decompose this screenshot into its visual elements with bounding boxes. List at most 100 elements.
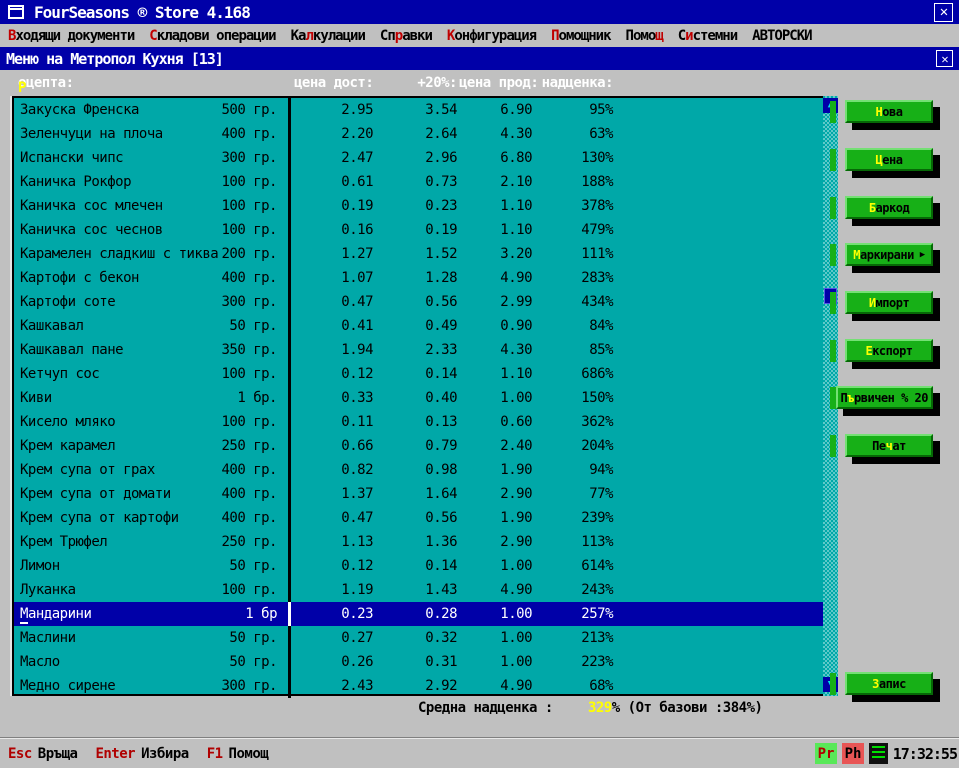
hotkey-letter: Б xyxy=(869,201,876,215)
average-markup-suffix: % (От базови :384%) xyxy=(612,700,763,716)
menu-item-2[interactable]: Складови операции xyxy=(149,28,275,44)
table-row[interactable]: Каничка Рокфор100 гр.0.610.732.10188% xyxy=(14,170,823,194)
table-row[interactable]: Крем супа от домати400 гр.1.371.642.9077… xyxy=(14,482,823,506)
recipe-quantity: 300 гр. xyxy=(144,294,277,310)
menu-item-6[interactable]: Помощник xyxy=(551,28,610,44)
table-row[interactable]: Карамелен сладкиш с тиква200 гр.1.271.52… xyxy=(14,242,823,266)
table-row[interactable]: Кисело мляко100 гр.0.110.130.60362% xyxy=(14,410,823,434)
button-edge xyxy=(830,101,836,123)
recipe-quantity: 400 гр. xyxy=(144,126,277,142)
markup-value: 188% xyxy=(534,174,613,190)
recipe-name: Каничка сос млечен xyxy=(20,198,163,214)
markup-value: 94% xyxy=(534,462,613,478)
barcode-button[interactable]: Баркод xyxy=(845,196,933,219)
save-button[interactable]: Запис xyxy=(845,672,933,695)
markup-value: 204% xyxy=(534,438,613,454)
recipe-name: Крем Трюфел xyxy=(20,534,107,550)
export-button[interactable]: Експорт xyxy=(845,339,933,362)
phone-status-badge[interactable]: Ph xyxy=(842,743,864,764)
plus-20-value: 1.43 xyxy=(384,582,457,598)
header-markup: надценка: xyxy=(534,75,613,91)
table-row[interactable]: Закуска Френска500 гр.2.953.546.9095% xyxy=(14,98,823,122)
sell-price-value: 1.10 xyxy=(459,222,532,238)
recipes-table: Закуска Френска500 гр.2.953.546.9095%Зел… xyxy=(12,96,823,696)
recipe-name: Масло xyxy=(20,654,60,670)
plus-20-value: 0.19 xyxy=(384,222,457,238)
price-button[interactable]: Цена xyxy=(845,148,933,171)
table-row[interactable]: Кетчуп сос100 гр.0.120.141.10686% xyxy=(14,362,823,386)
column-divider xyxy=(288,194,291,218)
primary-markup-button[interactable]: Първичен % 20 xyxy=(836,386,933,409)
cost-price-value: 0.47 xyxy=(294,510,373,526)
column-divider xyxy=(288,482,291,506)
menu-item-8[interactable]: Системни xyxy=(678,28,737,44)
recipe-name: Крем карамел xyxy=(20,438,115,454)
recipe-quantity: 1 бр xyxy=(144,606,277,622)
table-row[interactable]: Лимон50 гр.0.120.141.00614% xyxy=(14,554,823,578)
title-bar: FourSeasons ® Store 4.168 ✕ xyxy=(0,0,959,24)
sell-price-value: 1.10 xyxy=(459,366,532,382)
menu-item-9[interactable]: АВТОРСКИ xyxy=(752,28,811,44)
column-divider xyxy=(288,674,291,698)
table-row[interactable]: Масло50 гр.0.260.311.00223% xyxy=(14,650,823,674)
table-row[interactable]: Медно сирене300 гр.2.432.924.9068% xyxy=(14,674,823,698)
markup-value: 614% xyxy=(534,558,613,574)
close-button[interactable]: ✕ xyxy=(934,3,953,22)
hotkey-letter: Ц xyxy=(876,153,883,167)
child-close-button[interactable]: ✕ xyxy=(936,50,953,67)
table-row[interactable]: Картофи с бекон400 гр.1.071.284.90283% xyxy=(14,266,823,290)
table-row[interactable]: Крем Трюфел250 гр.1.131.362.90113% xyxy=(14,530,823,554)
table-row[interactable]: Луканка100 гр.1.191.434.90243% xyxy=(14,578,823,602)
recipe-quantity: 50 гр. xyxy=(144,318,277,334)
column-divider xyxy=(288,146,291,170)
column-divider xyxy=(288,314,291,338)
cost-price-value: 0.11 xyxy=(294,414,373,430)
cost-price-value: 1.27 xyxy=(294,246,373,262)
markup-value: 213% xyxy=(534,630,613,646)
column-divider xyxy=(288,506,291,530)
recipe-name: Картофи с бекон xyxy=(20,270,139,286)
table-row[interactable]: Испански чипс300 гр.2.472.966.80130% xyxy=(14,146,823,170)
table-row[interactable]: Киви1 бр.0.330.401.00150% xyxy=(14,386,823,410)
printer-status-badge[interactable]: Pr xyxy=(815,743,837,764)
table-row[interactable]: Кашкавал пане350 гр.1.942.334.3085% xyxy=(14,338,823,362)
menu-item-3[interactable]: Калкулации xyxy=(291,28,365,44)
recipe-quantity: 500 гр. xyxy=(144,102,277,118)
close-icon: ✕ xyxy=(941,53,947,65)
column-divider xyxy=(288,362,291,386)
table-row[interactable]: Маслини50 гр.0.270.321.00213% xyxy=(14,626,823,650)
cost-price-value: 0.66 xyxy=(294,438,373,454)
hotkey-letter: П xyxy=(551,28,558,44)
table-row[interactable]: Кашкавал50 гр.0.410.490.9084% xyxy=(14,314,823,338)
menu-item-4[interactable]: Справки xyxy=(380,28,432,44)
menu-item-5[interactable]: Конфигурация xyxy=(447,28,536,44)
plus-20-value: 0.14 xyxy=(384,366,457,382)
sell-price-value: 4.90 xyxy=(459,582,532,598)
column-header-row: Рецепта: цена дост: +20%: цена прод: над… xyxy=(0,70,959,96)
print-button[interactable]: Печат xyxy=(845,434,933,457)
menu-item-7[interactable]: Помощ xyxy=(626,28,663,44)
header-plus-20: +20%: xyxy=(384,75,457,91)
table-row[interactable]: Каничка сос чеснов100 гр.0.160.191.10479… xyxy=(14,218,823,242)
markup-value: 68% xyxy=(534,678,613,694)
key-hint: F1 xyxy=(207,746,223,762)
marked-button[interactable]: Маркирани▶ xyxy=(845,243,933,266)
table-row[interactable]: Картофи соте300 гр.0.470.562.99434% xyxy=(14,290,823,314)
new-button[interactable]: Нова xyxy=(845,100,933,123)
recipe-name: Кашкавал xyxy=(20,318,83,334)
table-row[interactable]: Мандарини1 бр0.230.281.00257% xyxy=(14,602,823,626)
table-row[interactable]: Крем супа от картофи400 гр.0.470.561.902… xyxy=(14,506,823,530)
table-row[interactable]: Зеленчуци на плоча400 гр.2.202.644.3063% xyxy=(14,122,823,146)
recipe-quantity: 400 гр. xyxy=(144,462,277,478)
recipe-name: Каничка Рокфор xyxy=(20,174,131,190)
table-row[interactable]: Крем супа от грах400 гр.0.820.981.9094% xyxy=(14,458,823,482)
import-button[interactable]: Импорт xyxy=(845,291,933,314)
markup-value: 434% xyxy=(534,294,613,310)
recipe-name: Лимон xyxy=(20,558,60,574)
table-row[interactable]: Каничка сос млечен100 гр.0.190.231.10378… xyxy=(14,194,823,218)
menu-item-1[interactable]: Входящи документи xyxy=(8,28,134,44)
column-divider xyxy=(288,458,291,482)
cost-price-value: 0.47 xyxy=(294,294,373,310)
table-row[interactable]: Крем карамел250 гр.0.660.792.40204% xyxy=(14,434,823,458)
recipe-name: Испански чипс xyxy=(20,150,123,166)
